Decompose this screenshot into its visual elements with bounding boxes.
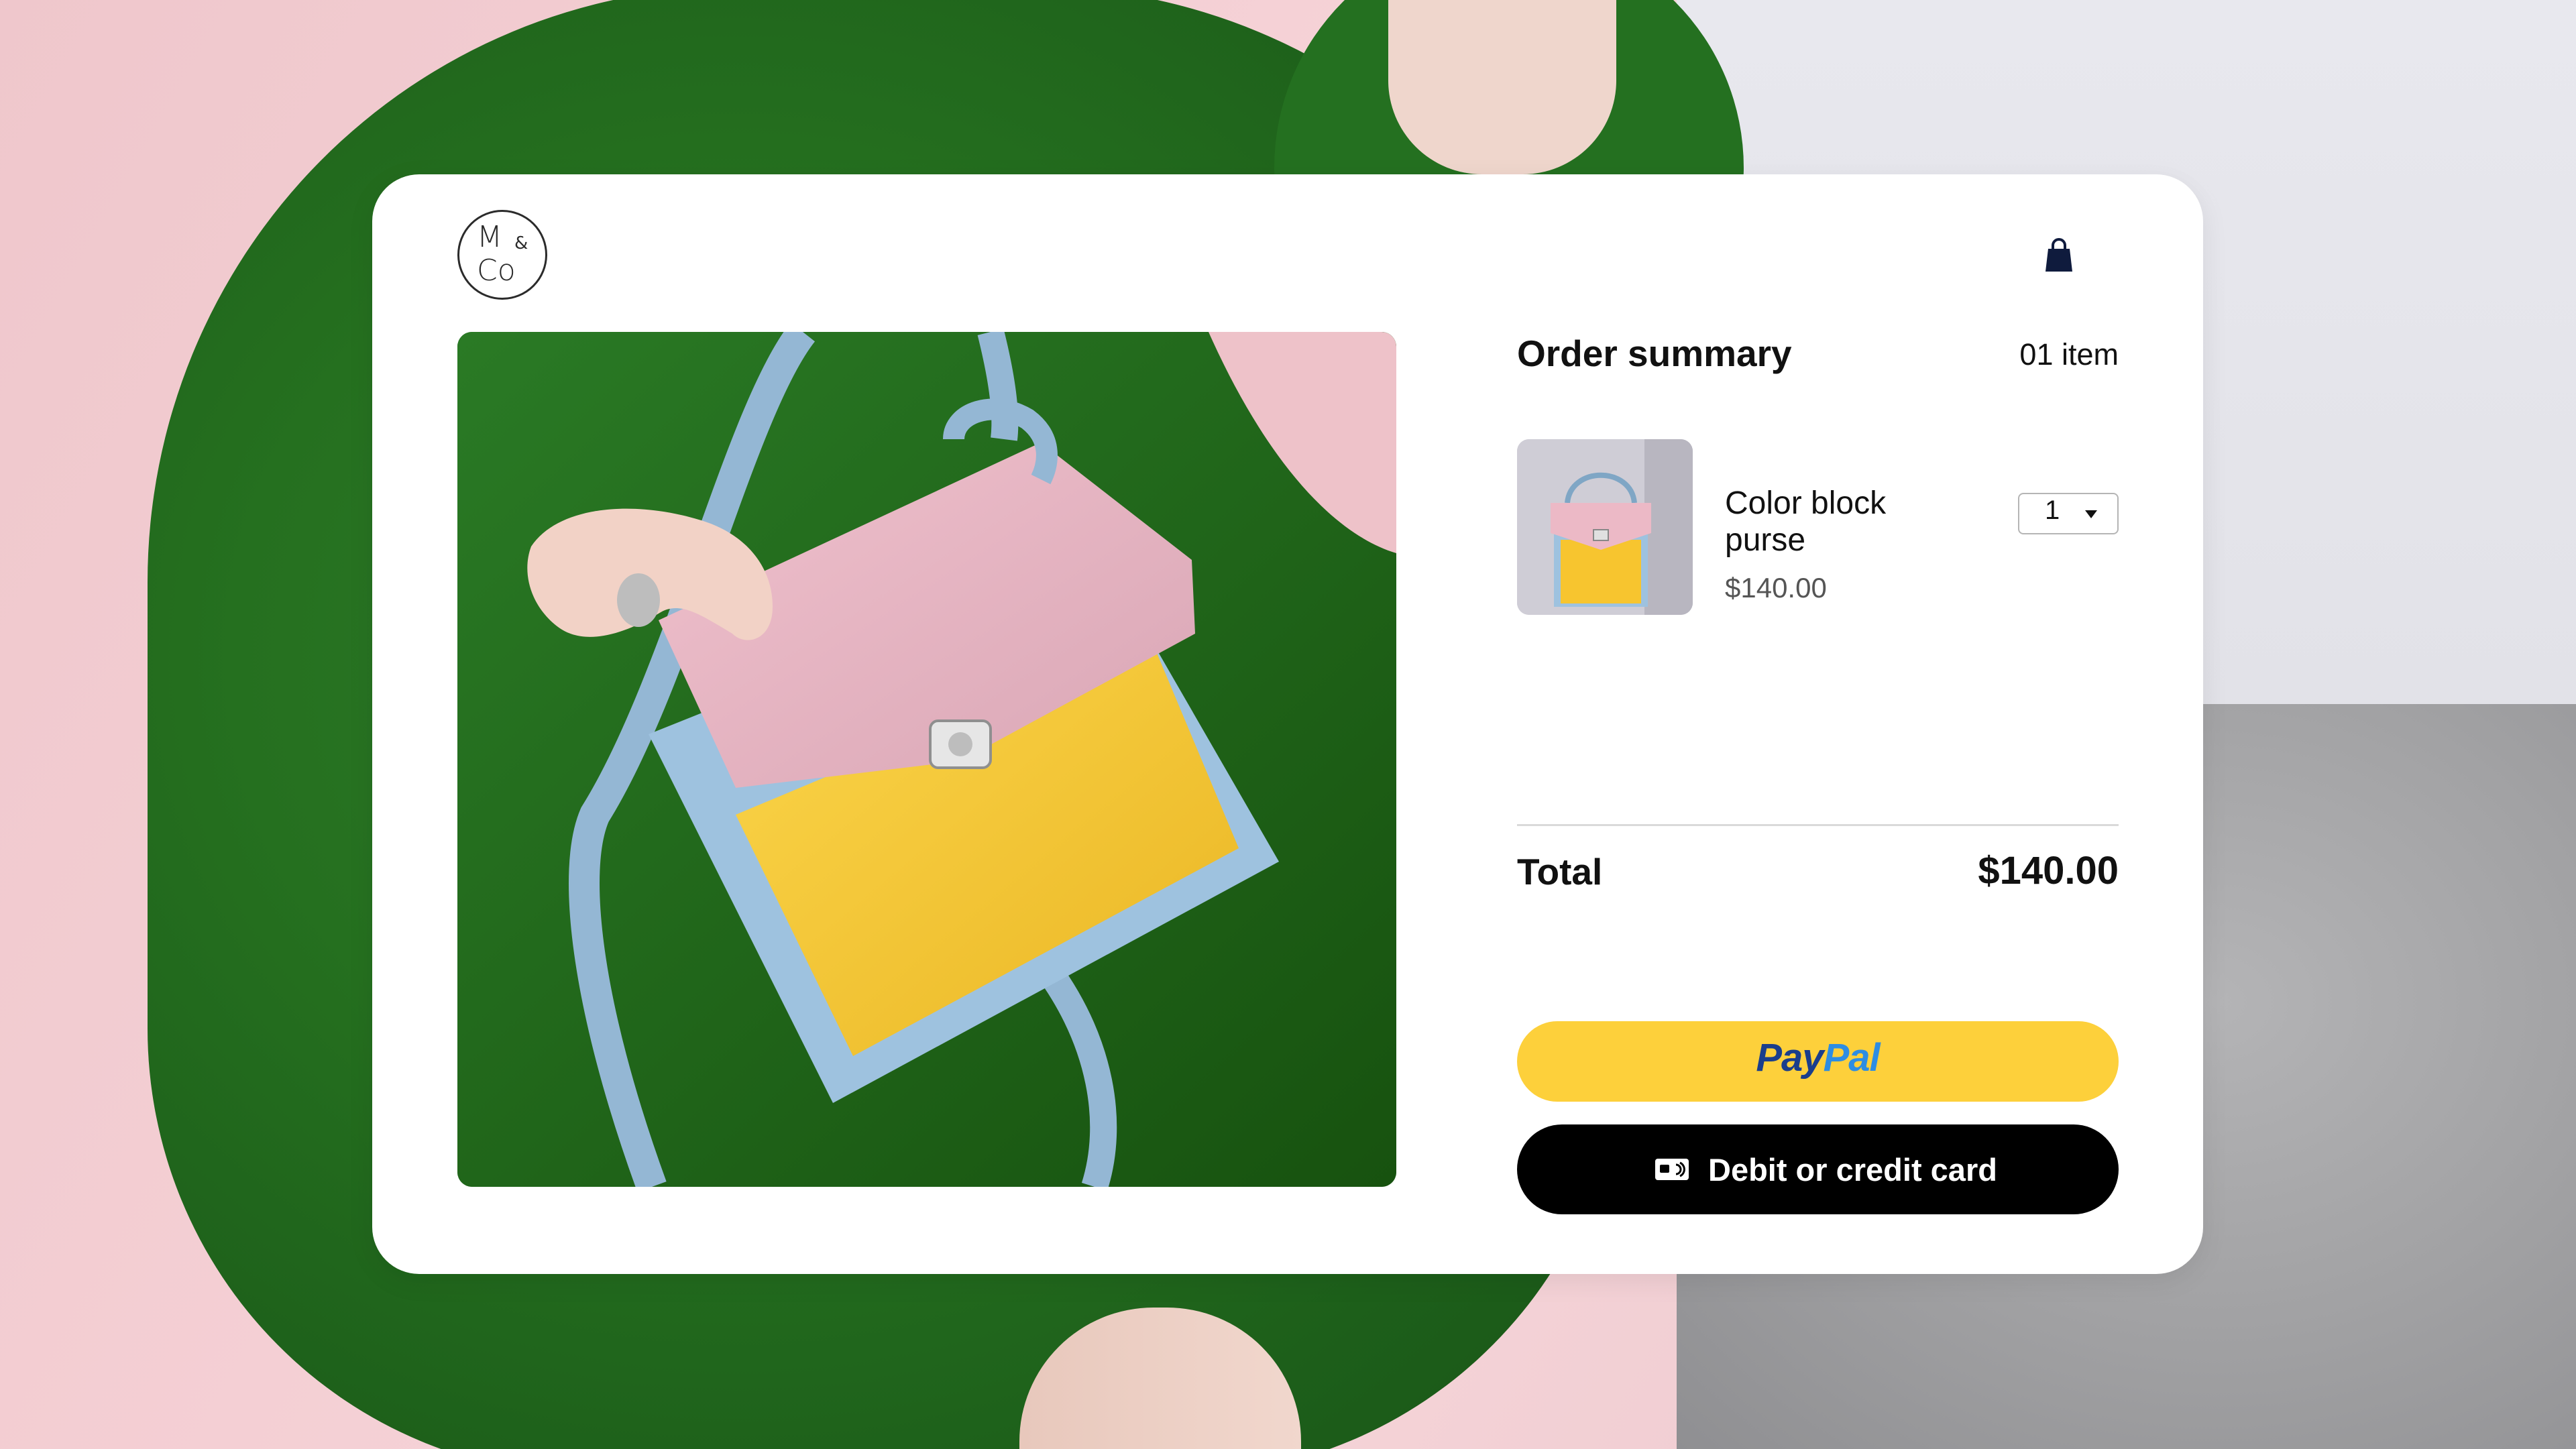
brand-logo[interactable]: M & Co: [457, 210, 547, 300]
paypal-text-pay: Pay: [1756, 1036, 1824, 1080]
paypal-button[interactable]: PayPal: [1517, 1021, 2119, 1102]
quantity-select[interactable]: 1: [2018, 493, 2119, 534]
logo-letter-m: M: [477, 220, 502, 254]
checkout-card: M & Co Order summary 01 item Color block…: [372, 174, 2203, 1274]
item-count: 01 item: [2019, 337, 2119, 371]
logo-ampersand: &: [514, 233, 528, 253]
credit-card-icon: [1655, 1158, 1689, 1181]
quantity-value: 1: [2045, 496, 2060, 525]
item-price: $140.00: [1725, 572, 1827, 603]
order-summary-title: Order summary: [1517, 333, 1792, 374]
checkout-scene: M & Co Order summary 01 item Color block…: [0, 0, 2576, 1449]
item-thumbnail: [1517, 439, 1693, 615]
product-photo: [457, 332, 1396, 1187]
caret-down-icon: [2085, 510, 2097, 518]
card-button-label: Debit or credit card: [1708, 1152, 1997, 1187]
summary-divider: [1517, 824, 2119, 826]
item-name[interactable]: Color block purse: [1725, 485, 1940, 559]
logo-letters-co: Co: [477, 253, 516, 288]
total-label: Total: [1517, 851, 1603, 892]
debit-credit-card-button[interactable]: Debit or credit card: [1517, 1124, 2119, 1214]
cart-bag-icon[interactable]: [2044, 238, 2074, 273]
background-hand: [1388, 0, 1616, 174]
paypal-text-pal: Pal: [1823, 1036, 1881, 1080]
total-value: $140.00: [1978, 849, 2119, 892]
paypal-logo-text: PayPal: [1756, 1036, 1881, 1080]
